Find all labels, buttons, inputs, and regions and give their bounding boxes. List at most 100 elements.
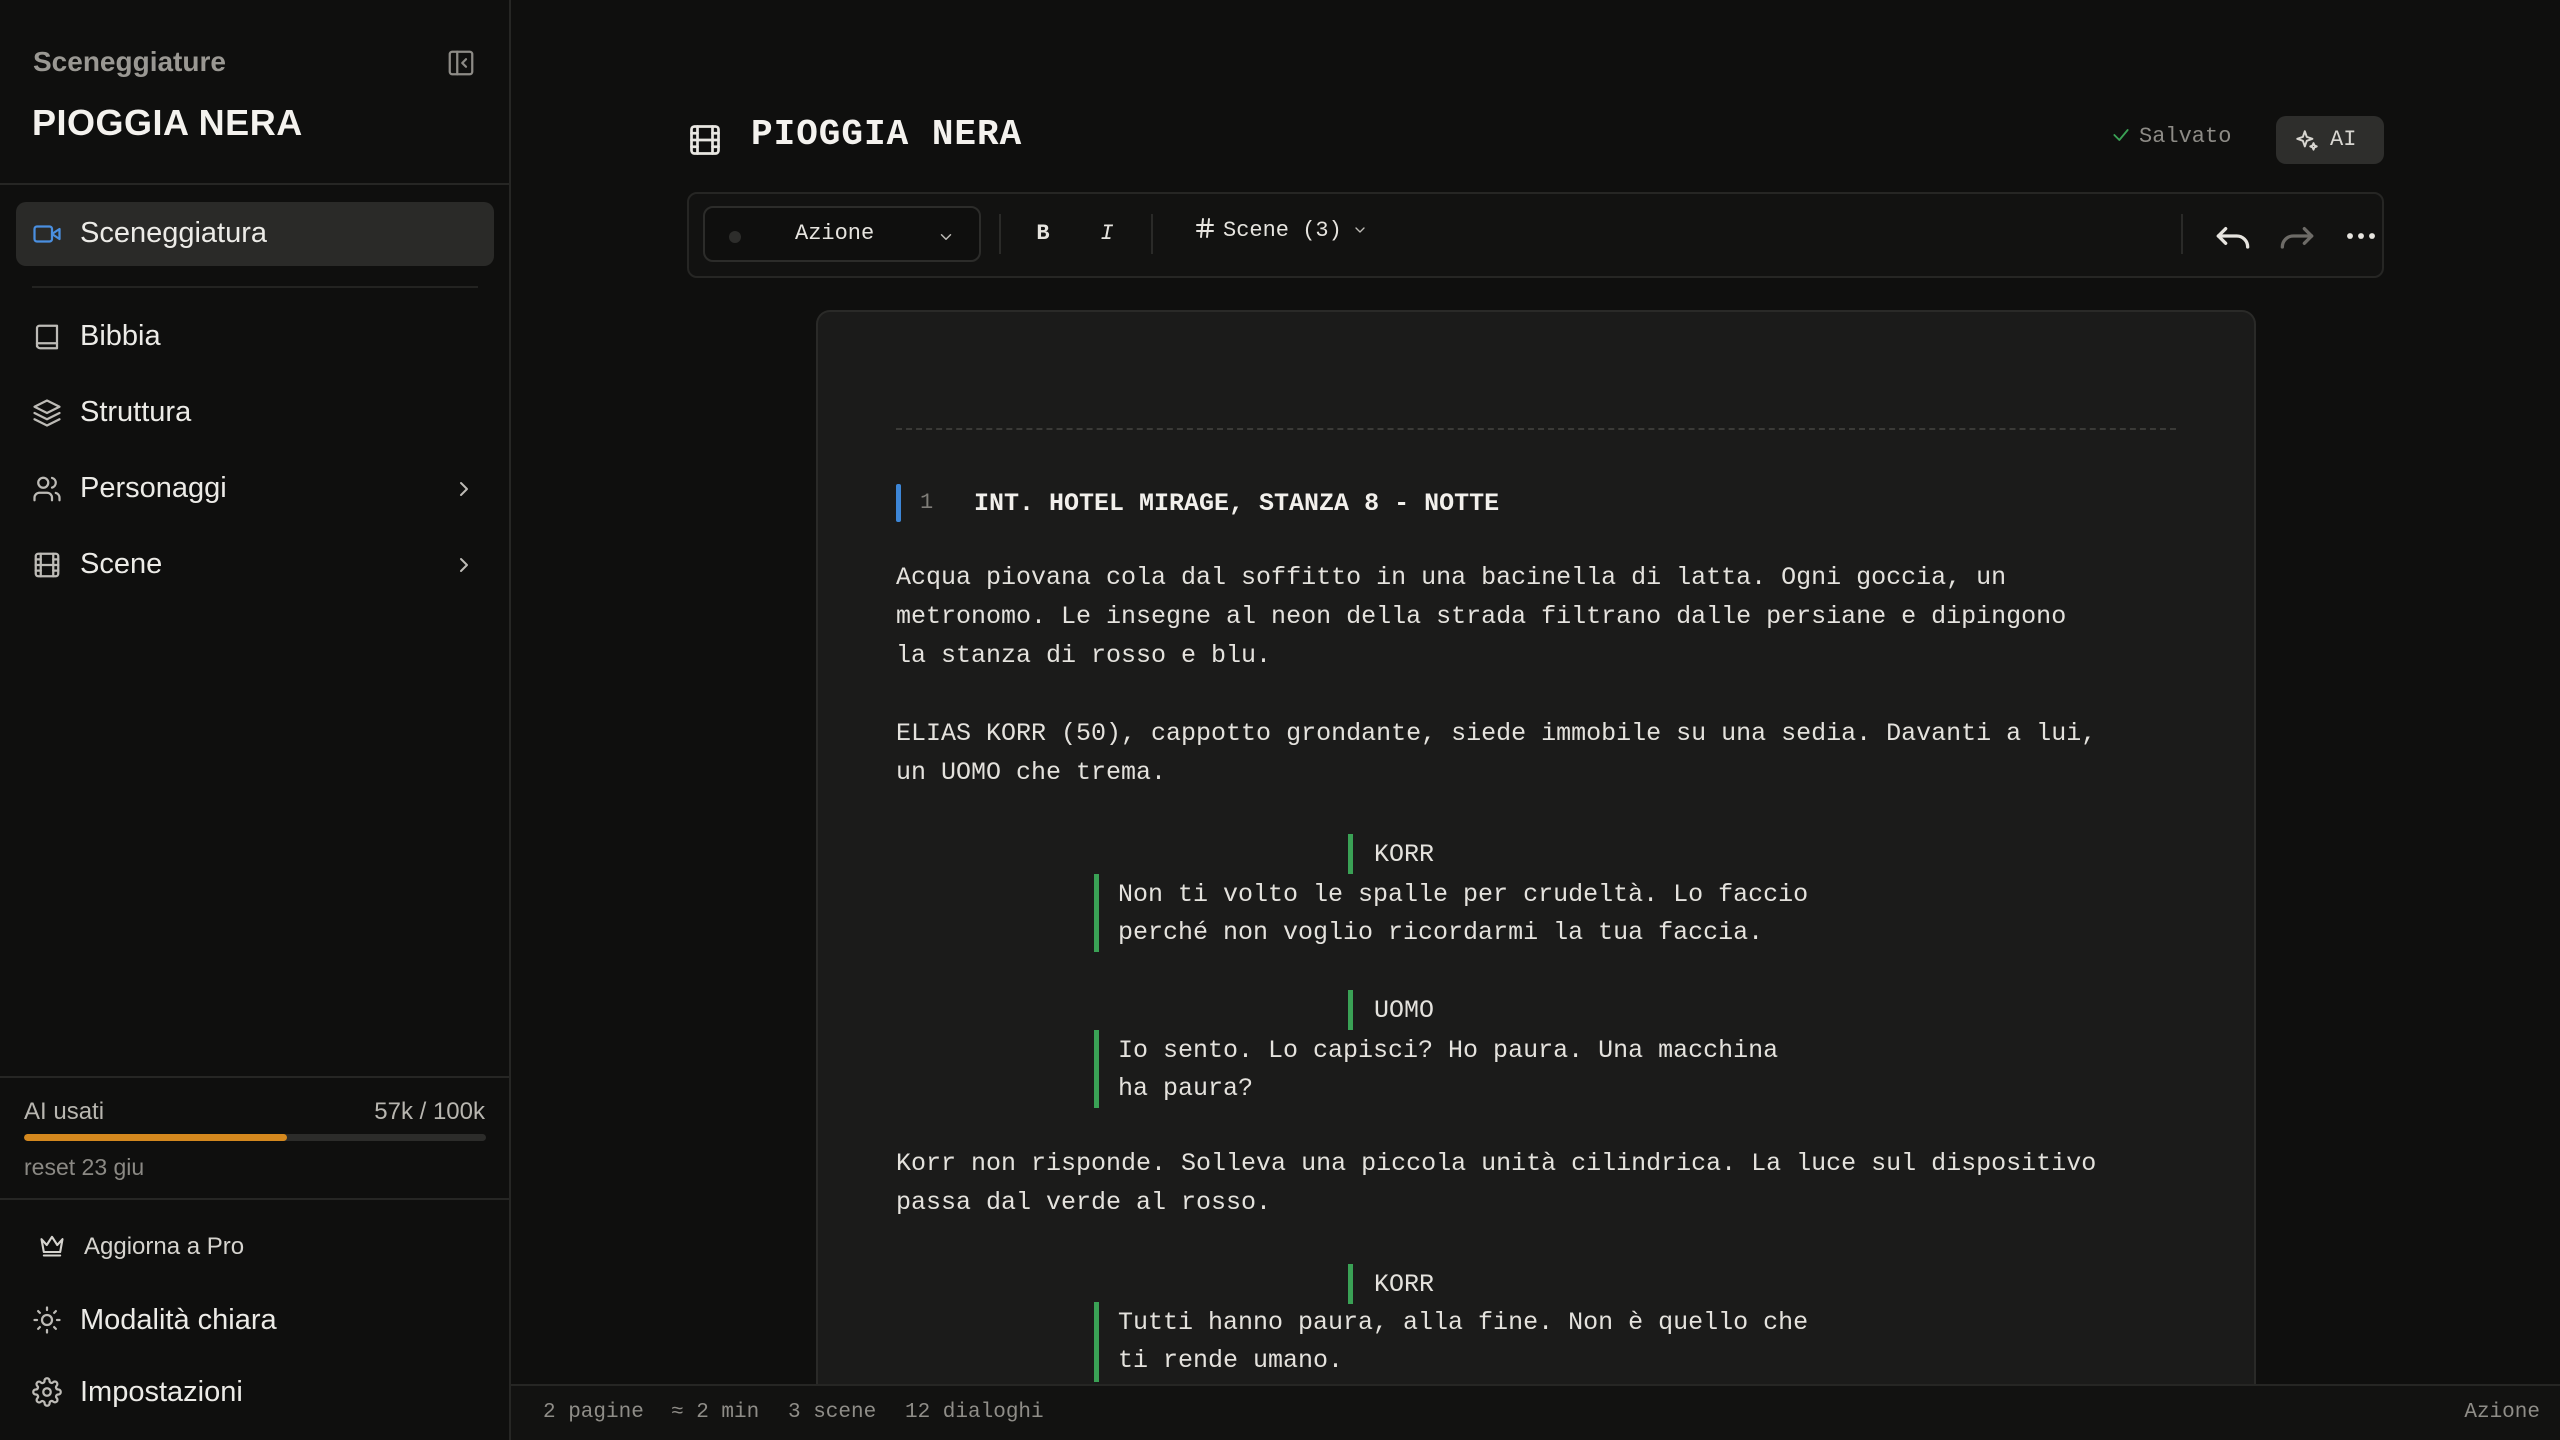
character-marker [1348,1264,1353,1304]
project-title: PIOGGIA NERA [32,102,303,143]
sidebar-divider [32,286,478,288]
sidebar-item-bibbia[interactable]: Bibbia [16,305,494,369]
book-icon [35,324,59,350]
layers-icon [33,399,61,427]
element-style-select[interactable]: Azione [703,206,981,262]
undo-icon[interactable] [2211,214,2255,258]
dialogue-line: perché non voglio ricordarmi la tua facc… [1118,918,1764,947]
sun-icon [33,1306,61,1334]
collapse-sidebar-icon[interactable] [446,48,476,78]
editor-area: PIOGGIA NERA Salvato AI Azione B I Scene… [511,0,2560,1440]
action-line: passa dal verde al rosso. [896,1188,1272,1217]
action-line: metronomo. Le insegne al neon della stra… [896,602,2067,631]
duration-estimate: ≈ 2 min [671,1401,760,1424]
dialogue-marker [1094,1302,1099,1382]
save-status: Salvato [2111,124,2231,149]
action-line: la stanza di rosso e blu. [896,641,1272,670]
page-count: 2 pagine [543,1401,644,1424]
scene-heading-text: INT. HOTEL MIRAGE, STANZA 8 - NOTTE [974,489,1500,518]
video-camera-icon [33,225,61,243]
chevron-down-icon [1355,227,1365,233]
document-title: PIOGGIA NERA [751,114,1023,155]
sidebar-item-label: Scene [80,548,163,580]
action-line: Acqua piovana cola dal soffitto in una b… [896,563,2007,592]
action-line: ELIAS KORR (50), cappotto grondante, sie… [896,719,2097,748]
dialogue-marker [1094,874,1099,952]
character-name: KORR [1374,1270,1435,1299]
sidebar-item-label: Sceneggiatura [80,217,268,249]
dialogue-text: Io sento. Lo capisci? Ho paura. Una macc… [1118,1032,1778,1108]
current-element-type: Azione [2464,1401,2540,1424]
element-style-value: Azione [795,221,875,246]
sidebar-item-sceneggiatura[interactable]: Sceneggiatura [16,202,494,266]
ai-usage-progress [24,1134,486,1141]
more-options-icon[interactable] [2339,214,2383,258]
ai-usage-reset: reset 23 giu [24,1154,145,1180]
status-bar: 2 pagine ≈ 2 min 3 scene 12 dialoghi Azi… [511,1384,2560,1440]
dialogue-text: Non ti volto le spalle per crudeltà. Lo … [1118,876,1808,952]
film-icon [34,552,60,578]
ai-usage-label: AI usati [24,1098,105,1125]
scenes-dropdown[interactable]: Scene (3) [1193,216,1368,243]
settings-label: Impostazioni [80,1376,243,1408]
dialogue-count: 12 dialoghi [905,1401,1044,1424]
action-line: Korr non risponde. Solleva una piccola u… [896,1149,2097,1178]
settings-button[interactable]: Impostazioni [16,1362,494,1422]
character-marker [1348,990,1353,1030]
scene-count: 3 scene [788,1401,877,1424]
dialogue-line: ti rende umano. [1118,1346,1344,1375]
dialogue-text: Tutti hanno paura, alla fine. Non è quel… [1118,1304,1808,1380]
users-icon [33,476,61,502]
bold-button[interactable]: B [1019,208,1067,260]
ai-button[interactable]: AI [2276,116,2384,164]
dialogue-line: Tutti hanno paura, alla fine. Non è quel… [1118,1308,1809,1337]
sidebar: Sceneggiature PIOGGIA NERA Sceneggiatura… [0,0,511,1440]
chevron-right-icon[interactable] [452,477,476,501]
dialogue-line: Io sento. Lo capisci? Ho paura. Una macc… [1118,1036,1779,1065]
action-block[interactable]: ELIAS KORR (50), cappotto grondante, sie… [896,714,2176,792]
crown-icon [40,1235,64,1257]
sidebar-header: Sceneggiature PIOGGIA NERA [0,0,509,185]
action-block[interactable]: Acqua piovana cola dal soffitto in una b… [896,558,2176,675]
chevron-right-icon[interactable] [452,553,476,577]
editor-toolbar: Azione B I Scene (3) [687,192,2384,278]
section-label: Sceneggiature [33,46,226,77]
dialogue-marker [1094,1030,1099,1108]
ai-usage-panel: AI usati 57k / 100k reset 23 giu [0,1076,509,1200]
light-mode-toggle[interactable]: Modalità chiara [16,1290,494,1350]
character-name: UOMO [1374,996,1435,1025]
redo-icon[interactable] [2275,214,2319,258]
toolbar-divider [999,214,1001,254]
sidebar-item-label: Bibbia [80,320,161,352]
italic-button[interactable]: I [1083,208,1131,260]
save-status-label: Salvato [2139,124,2232,149]
toolbar-divider [1151,214,1153,254]
sidebar-item-label: Personaggi [80,472,227,504]
action-block[interactable]: Korr non risponde. Solleva una piccola u… [896,1144,2176,1222]
screenplay-page[interactable]: 1 INT. HOTEL MIRAGE, STANZA 8 - NOTTE Ac… [816,310,2256,1440]
gear-icon [32,1377,62,1407]
sidebar-item-scene[interactable]: Scene [16,533,494,597]
check-icon [2113,129,2129,141]
character-marker [1348,834,1353,874]
sidebar-item-label: Struttura [80,396,192,428]
scene-marker [896,484,901,522]
chevron-down-icon [940,234,952,240]
scenes-dropdown-label: Scene (3) [1223,218,1342,243]
upgrade-label: Aggiorna a Pro [84,1233,245,1260]
scene-number: 1 [920,490,934,515]
sidebar-item-struttura[interactable]: Struttura [16,381,494,445]
style-indicator-dot [729,231,741,243]
app-window: Sceneggiature PIOGGIA NERA Sceneggiatura… [0,0,2560,1440]
toolbar-divider [2181,214,2183,254]
ai-usage-value: 57k / 100k [374,1098,485,1125]
upgrade-pro-button[interactable]: Aggiorna a Pro [16,1216,494,1276]
hash-icon [1196,218,1214,238]
dialogue-line: ha paura? [1118,1074,1254,1103]
sidebar-item-personaggi[interactable]: Personaggi [16,457,494,521]
dialogue-line: Non ti volto le spalle per crudeltà. Lo … [1118,880,1809,909]
ai-usage-progress-fill [24,1134,288,1141]
ai-button-label: AI [2330,127,2357,152]
action-line: un UOMO che trema. [896,758,1167,787]
sparkles-icon [2296,130,2318,151]
